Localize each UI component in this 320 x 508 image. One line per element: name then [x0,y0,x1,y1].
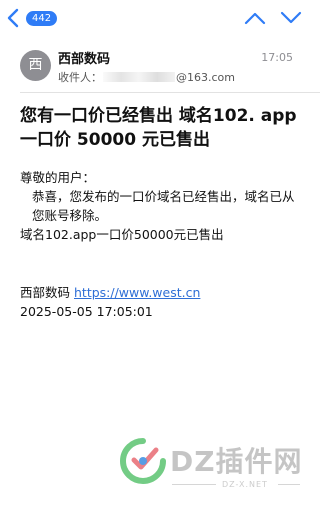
recipient-domain: @163.com [176,71,235,84]
watermark-url: DZ-X.NET [222,480,268,489]
message-body: 尊敬的用户： 恭喜，您发布的一口价域名已经售出，域名已从您账号移除。 域名102… [20,168,305,244]
unread-count-badge[interactable]: 442 [26,11,58,26]
body-greeting: 尊敬的用户： [20,170,96,185]
watermark-brand: DZ插件网 [170,445,303,478]
message-subject: 您有一口价已经售出 域名102. app一口价 50000 元已售出 [20,106,297,150]
mail-navbar: 442 [0,0,320,36]
sender-name[interactable]: 西部数码 [58,48,110,67]
body-line-2: 域名102.app一口价50000元已售出 [20,227,224,242]
back-chevron-icon[interactable] [6,8,22,28]
next-message-icon[interactable] [280,10,302,26]
signature-company: 西部数码 [20,285,71,300]
recipient-line[interactable]: 收件人： @163.com [58,69,235,85]
watermark-logo-icon [120,438,166,484]
watermark: DZ插件网 DZ-X.NET [118,436,318,496]
watermark-rule-right [278,484,300,485]
sender-avatar[interactable]: 西 [20,50,51,81]
previous-message-icon[interactable] [244,10,266,26]
signature-link[interactable]: https://www.west.cn [74,285,200,300]
body-line-1: 恭喜，您发布的一口价域名已经售出，域名已从您账号移除。 [32,189,295,223]
header-divider [20,92,320,93]
signature-datetime: 2025-05-05 17:05:01 [20,304,153,319]
message-time: 17:05 [261,51,293,64]
message-signature: 西部数码 https://www.west.cn 2025-05-05 17:0… [20,283,200,321]
redacted-address [103,72,175,82]
message-header: 西 西部数码 17:05 收件人： @163.com [0,44,320,90]
watermark-rule-left [172,484,216,485]
recipient-label: 收件人： [58,71,102,84]
